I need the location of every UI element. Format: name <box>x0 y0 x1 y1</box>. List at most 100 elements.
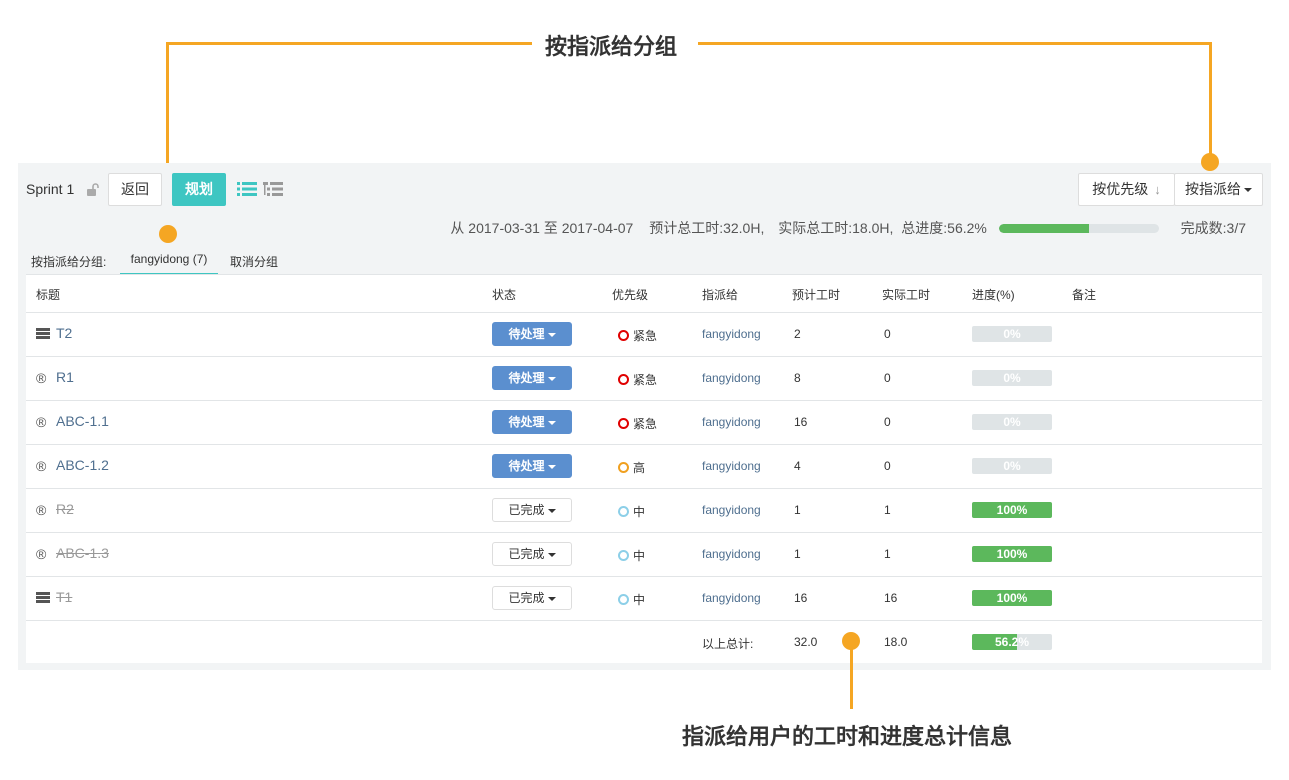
assignee-link[interactable]: fangyidong <box>702 371 761 385</box>
progress-bar: 100% <box>972 590 1052 606</box>
status-label: 待处理 <box>508 371 545 385</box>
annotation-top-text: 按指派给分组 <box>545 35 678 60</box>
group-by-assignee-button[interactable]: 按指派给 <box>1174 173 1263 206</box>
status-dropdown[interactable]: 待处理 <box>492 454 572 478</box>
annotation-dot <box>1201 153 1219 171</box>
total-label: 以上总计: <box>702 637 754 651</box>
progress-text: 0% <box>1003 459 1021 473</box>
total-progress-bar: 56.2% <box>972 634 1052 650</box>
date-range: 从 2017-03-31 至 2017-04-07 <box>450 220 634 236</box>
task-title[interactable]: ABC-1.1 <box>56 413 109 429</box>
col-progress: 进度(%) <box>972 288 1015 302</box>
col-title: 标题 <box>36 288 61 302</box>
table-row: T1 已完成 中 fangyidong 16 16 100% <box>26 577 1262 621</box>
sprint-panel: Sprint 1 返回 规划 按优先级 ↓ 按指派给 从 2017-03-31 至… <box>18 163 1271 670</box>
status-dropdown[interactable]: 已完成 <box>492 498 572 522</box>
priority-circle-icon <box>618 330 629 341</box>
estimated-hours: 16 <box>794 591 808 605</box>
assignee-link[interactable]: fangyidong <box>702 503 761 517</box>
priority-label: 紧急 <box>633 329 658 343</box>
status-dropdown[interactable]: 待处理 <box>492 366 572 390</box>
task-title[interactable]: T2 <box>56 325 72 341</box>
status-dropdown[interactable]: 待处理 <box>492 322 572 346</box>
col-priority: 优先级 <box>612 288 649 302</box>
group-tab-fangyidong[interactable]: fangyidong (7) <box>120 251 218 275</box>
task-title-link[interactable]: T1 <box>36 589 72 605</box>
task-title-link[interactable]: ® ABC-1.2 <box>36 457 109 474</box>
task-title[interactable]: ABC-1.3 <box>56 545 109 561</box>
annotation-line <box>698 42 1212 45</box>
progress-bar: 0% <box>972 326 1052 342</box>
task-title-link[interactable]: T2 <box>36 325 72 341</box>
priority-label: 中 <box>633 505 646 519</box>
group-by-assignee-label: 按指派给 <box>1185 181 1241 197</box>
col-status: 状态 <box>492 288 517 302</box>
table-header: 标题 状态 优先级 指派给 预计工时 实际工时 进度(%) 备注 <box>26 275 1262 313</box>
total-estimated: 32.0 <box>794 635 818 649</box>
overall-progress: 总进度:56.2% <box>901 220 987 236</box>
caret-down-icon <box>547 376 556 381</box>
status-dropdown[interactable]: 已完成 <box>492 542 572 566</box>
done-count: 完成数:3/7 <box>1180 220 1246 236</box>
task-title-link[interactable]: ® ABC-1.1 <box>36 413 109 430</box>
overall-progress-fill <box>998 223 1089 233</box>
back-button[interactable]: 返回 <box>108 173 162 206</box>
requirement-icon: ® <box>36 546 47 563</box>
table-row: ® ABC-1.1 待处理 紧急 fangyidong 16 0 0% <box>26 401 1262 445</box>
progress-bar: 100% <box>972 502 1052 518</box>
cancel-group-link[interactable]: 取消分组 <box>230 253 278 270</box>
progress-bar: 0% <box>972 414 1052 430</box>
sort-priority-button[interactable]: 按优先级 ↓ <box>1078 173 1175 206</box>
col-actual: 实际工时 <box>882 288 931 302</box>
priority: 紧急 <box>618 415 657 432</box>
sprint-stats: 从 2017-03-31 至 2017-04-07 预计总工时:32.0H, 实… <box>450 218 1246 236</box>
caret-down-icon <box>1244 188 1252 193</box>
unlock-icon[interactable] <box>86 183 100 197</box>
task-table: 标题 状态 优先级 指派给 预计工时 实际工时 进度(%) 备注 T2 待处理 紧急… <box>26 274 1262 663</box>
col-estimated: 预计工时 <box>792 288 841 302</box>
requirement-icon: ® <box>36 458 47 475</box>
task-title[interactable]: T1 <box>56 589 72 605</box>
status-dropdown[interactable]: 待处理 <box>492 410 572 434</box>
priority-circle-icon <box>618 594 629 605</box>
annotation-dot <box>159 225 177 243</box>
assignee-link[interactable]: fangyidong <box>702 459 761 473</box>
group-label: 按指派给分组: <box>31 255 107 269</box>
priority: 中 <box>618 591 645 608</box>
priority-label: 中 <box>633 593 646 607</box>
assignee-link[interactable]: fangyidong <box>702 591 761 605</box>
priority-label: 中 <box>633 549 646 563</box>
priority-circle-icon <box>618 374 629 385</box>
priority-circle-icon <box>618 462 629 473</box>
overall-progress-bar <box>998 223 1159 233</box>
total-progress-text: 56.2% <box>994 635 1030 649</box>
task-title-link[interactable]: ® ABC-1.3 <box>36 545 109 562</box>
priority: 紧急 <box>618 371 657 388</box>
plan-button[interactable]: 规划 <box>172 173 226 206</box>
assignee-link[interactable]: fangyidong <box>702 415 761 429</box>
task-title[interactable]: R2 <box>56 501 74 517</box>
priority: 高 <box>618 459 645 476</box>
assignee-link[interactable]: fangyidong <box>702 547 761 561</box>
actual-hours: 1 <box>884 503 891 517</box>
actual-hours: 0 <box>884 459 891 473</box>
progress-text: 0% <box>1003 327 1021 341</box>
actual-hours: 0 <box>884 371 891 385</box>
table-row: ® R1 待处理 紧急 fangyidong 8 0 0% <box>26 357 1262 401</box>
progress-bar: 100% <box>972 546 1052 562</box>
assignee-link[interactable]: fangyidong <box>702 327 761 341</box>
annotation-line <box>1209 42 1212 162</box>
caret-down-icon <box>547 596 556 601</box>
task-title-link[interactable]: ® R1 <box>36 369 74 386</box>
status-dropdown[interactable]: 已完成 <box>492 586 572 610</box>
estimated-hours: 4 <box>794 459 801 473</box>
caret-down-icon <box>547 508 556 513</box>
task-title[interactable]: ABC-1.2 <box>56 457 109 473</box>
tree-view-icon[interactable] <box>263 181 283 197</box>
priority-circle-icon <box>618 550 629 561</box>
task-title[interactable]: R1 <box>56 369 74 385</box>
task-title-link[interactable]: ® R2 <box>36 501 74 518</box>
arrow-down-icon: ↓ <box>1154 182 1161 197</box>
list-view-icon[interactable] <box>237 181 257 197</box>
actual-hours: 1 <box>884 547 891 561</box>
